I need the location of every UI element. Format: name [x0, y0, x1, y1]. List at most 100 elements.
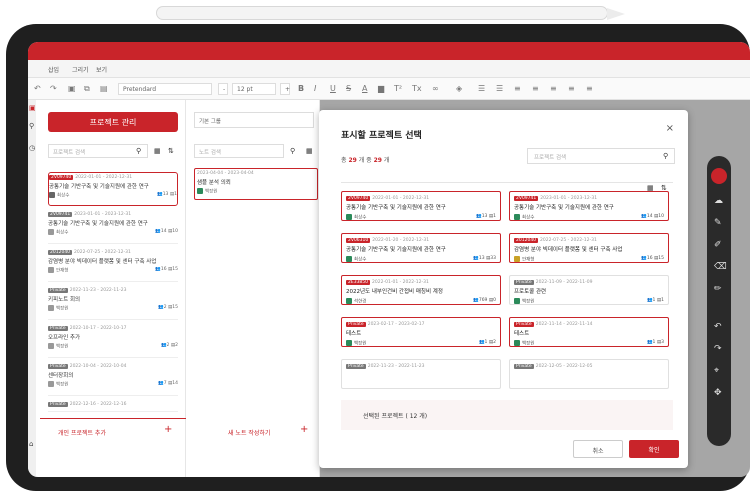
project-tag: Private: [514, 280, 534, 285]
menu-view[interactable]: 보기: [96, 65, 107, 74]
modal-search-input[interactable]: 프로젝트 검색: [527, 148, 675, 164]
move-icon[interactable]: ✥: [714, 388, 722, 398]
member-count: 1: [484, 340, 488, 345]
paint-icon[interactable]: ◈: [456, 84, 462, 93]
project-card[interactable]: 2V09740 2022-01-01 - 2022-12-31 공통기술 기반구축…: [48, 172, 178, 206]
new-note-button[interactable]: 새 노트 작성하기: [228, 428, 270, 437]
avatar: [514, 340, 520, 346]
profile-avatar[interactable]: [711, 168, 727, 184]
menu-insert[interactable]: 삽입: [48, 65, 59, 74]
project-select-card[interactable]: Private 2022-11-23 - 2022-11-23: [341, 359, 501, 389]
paste-icon[interactable]: ▤: [100, 84, 108, 93]
align-center-icon[interactable]: ≡: [532, 84, 539, 93]
search-icon[interactable]: ⚲: [136, 147, 141, 155]
search-icon[interactable]: ⚲: [290, 147, 295, 155]
copy-icon[interactable]: ⧉: [84, 84, 90, 94]
project-select-card[interactable]: Private 2022-11-14 - 2022-11-14 테스트 백장원 👥1 ▤…: [509, 317, 669, 347]
sort-icon[interactable]: ⇅: [168, 147, 174, 155]
project-card[interactable]: 2V09741 2023-01-01 - 2023-12-31 공통기술 기반구축…: [48, 210, 178, 244]
font-size-decrease[interactable]: -: [218, 83, 228, 95]
project-manage-button[interactable]: 프로젝트 관리: [48, 112, 178, 132]
project-select-card[interactable]: 2E33850 2022-01-01 - 2022-12-31 2022년도 내부인…: [341, 275, 501, 305]
undo-icon[interactable]: ↶: [34, 84, 41, 93]
bullet-list-icon[interactable]: ☰: [478, 84, 485, 93]
member-count: 2: [163, 305, 167, 310]
align-justify-icon[interactable]: ≡: [568, 84, 575, 93]
note-count: 33: [490, 256, 496, 261]
indent-icon[interactable]: ≡: [586, 84, 593, 93]
format-toolbar: ↶ ↷ ▣ ⧉ ▤ Pretendard - 12 pt + B I U S A…: [28, 78, 750, 100]
group-select[interactable]: 기본 그룹: [194, 112, 314, 128]
project-title: 공통기술 기반구축 및 기술지원에 관한 연구: [346, 247, 446, 253]
font-family-select[interactable]: Pretendard: [118, 83, 212, 95]
avatar: [48, 343, 54, 349]
project-search-input[interactable]: 프로젝트 검색: [48, 144, 148, 158]
redo-icon[interactable]: ↷: [714, 344, 722, 354]
italic-button[interactable]: I: [314, 84, 316, 93]
clear-format-button[interactable]: Tx: [412, 84, 422, 93]
project-select-card[interactable]: Private 2023-02-17 - 2023-02-17 테스트 백장원 👥1 ▤…: [341, 317, 501, 347]
cancel-button[interactable]: 취소: [573, 440, 623, 458]
project-select-card[interactable]: 2V06310 2022-01-20 - 2022-12-31 공통기술 기반구축 …: [341, 233, 501, 263]
project-title: 프로토콜 관련: [514, 289, 547, 295]
marker-icon[interactable]: ✐: [714, 240, 722, 250]
lasso-icon[interactable]: ⌖: [714, 366, 719, 376]
superscript-button[interactable]: T²: [394, 84, 402, 93]
confirm-button[interactable]: 확인: [629, 440, 679, 458]
note-count: 15: [172, 267, 178, 272]
calendar-icon[interactable]: ▦: [154, 147, 161, 155]
project-icon[interactable]: ▣: [29, 104, 36, 112]
project-select-card[interactable]: Private 2022-11-09 - 2022-11-09 프로토콜 관련 백장원…: [509, 275, 669, 305]
redo-icon[interactable]: ↷: [50, 84, 57, 93]
project-card[interactable]: Private 2022-10-04 - 2022-10-04 센터장회의 백장원…: [48, 362, 178, 396]
align-left-icon[interactable]: ≡: [514, 84, 521, 93]
project-user: 백장원: [56, 306, 69, 312]
count-total: 29: [348, 157, 357, 164]
text-color-button[interactable]: A: [362, 84, 367, 93]
project-user: 최상수: [354, 215, 367, 221]
project-user: 최상수: [522, 215, 535, 221]
cloud-icon[interactable]: ☁: [714, 196, 723, 206]
underline-button[interactable]: U: [330, 84, 336, 93]
note-card[interactable]: 2023-04-04 - 2023-04-04 샘플 분석 의뢰 백장원: [194, 168, 318, 200]
undo-icon[interactable]: ↶: [714, 322, 722, 332]
project-select-card[interactable]: 2V09741 2023-01-01 - 2023-12-31 공통기술 기반구축 …: [509, 191, 669, 221]
font-size-select[interactable]: 12 pt: [232, 83, 276, 95]
number-list-icon[interactable]: ☰: [496, 84, 503, 93]
note-search-input[interactable]: 노트 검색: [194, 144, 284, 158]
highlight-icon[interactable]: ▆: [378, 84, 384, 93]
bold-button[interactable]: B: [298, 84, 304, 93]
strike-button[interactable]: S: [346, 84, 351, 93]
project-tag: Private: [48, 402, 68, 407]
project-tag: 2V09740: [346, 196, 371, 201]
close-icon[interactable]: ×: [666, 123, 674, 134]
plus-icon[interactable]: +: [300, 424, 308, 435]
font-size-increase[interactable]: +: [280, 83, 290, 95]
eraser-icon[interactable]: ⌫: [714, 262, 727, 272]
project-title: 감염병 분야 빅데이터 플랫폼 및 센터 구축 사업: [48, 259, 157, 265]
save-icon[interactable]: ▣: [68, 84, 76, 93]
clock-icon[interactable]: ◷: [29, 144, 35, 152]
member-count: 16: [646, 256, 653, 261]
add-personal-project-button[interactable]: 개인 프로젝트 추가: [58, 428, 106, 437]
search-icon[interactable]: ⚲: [663, 152, 668, 160]
align-right-icon[interactable]: ≡: [550, 84, 557, 93]
search-icon[interactable]: ⚲: [29, 122, 34, 130]
pen-icon[interactable]: ✎: [714, 218, 722, 228]
plus-icon[interactable]: +: [164, 424, 172, 435]
project-select-card[interactable]: Private 2022-12-05 - 2022-12-05: [509, 359, 669, 389]
menu-draw[interactable]: 그리기: [72, 65, 89, 74]
pencil-icon[interactable]: ✏: [714, 284, 722, 294]
project-card[interactable]: Private 2022-12-16 - 2022-12-16: [48, 400, 178, 412]
home-icon[interactable]: ⌂: [29, 440, 33, 448]
calendar-icon[interactable]: ▦: [306, 147, 313, 155]
project-select-card[interactable]: 2V09740 2022-01-01 - 2022-12-31 공통기술 기반구축 …: [341, 191, 501, 221]
project-card[interactable]: Private 2022-11-23 - 2022-11-23 키피노트 회의 백…: [48, 286, 178, 320]
project-user: 석한경: [354, 299, 367, 305]
avatar: [48, 305, 54, 311]
note-count: 1: [661, 298, 664, 303]
project-card[interactable]: 2012040 2022-07-25 - 2022-12-31 감염병 분야 빅데…: [48, 248, 178, 282]
project-select-card[interactable]: 2012040 2022-07-25 - 2022-12-31 감염병 분야 빅데이…: [509, 233, 669, 263]
link-icon[interactable]: ∞: [432, 84, 439, 93]
project-card[interactable]: Private 2022-10-17 - 2022-10-17 오프라인 추가 백…: [48, 324, 178, 358]
